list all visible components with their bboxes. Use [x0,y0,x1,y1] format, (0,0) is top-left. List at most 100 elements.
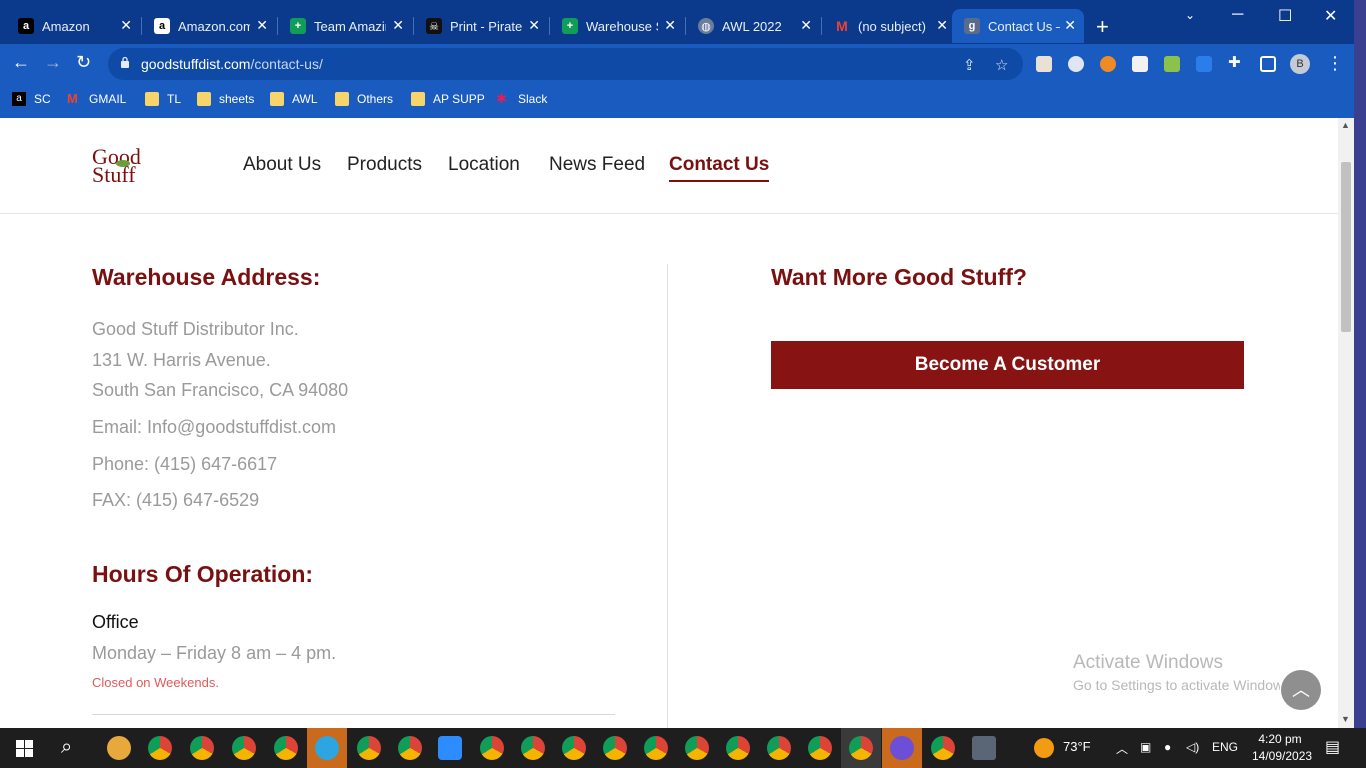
nav-about-us[interactable]: About Us [243,154,321,176]
chrome-icon[interactable] [148,736,172,760]
close-icon[interactable]: ✕ [256,17,268,34]
zoom-icon[interactable] [438,736,462,760]
chrome-icon[interactable] [480,736,504,760]
chrome-icon[interactable] [685,736,709,760]
extension-icon[interactable] [1164,56,1180,72]
address-line-3: South San Francisco, CA 94080 [92,380,349,400]
address-bar[interactable]: goodstuffdist.com/contact-us/ ⇪ ☆ [108,48,1023,80]
bookmark-sc[interactable]: a SC [12,92,51,106]
scrollbar-thumb[interactable] [1341,162,1351,332]
chrome-icon[interactable] [849,736,873,760]
bookmark-tl[interactable]: TL [145,92,181,106]
bookmark-gmail[interactable]: M GMAIL [67,92,126,107]
maximize-button[interactable]: ☐ [1278,6,1292,26]
chrome-icon[interactable] [644,736,668,760]
tab-contact-us[interactable]: g Contact Us – ✕ [952,9,1084,43]
bookmark-slack[interactable]: ✱ Slack [496,92,547,107]
forward-button[interactable]: → [44,52,62,73]
tray-chevron-icon[interactable]: ︿ [1116,740,1128,757]
address-line-1: Good Stuff Distributor Inc. [92,319,299,339]
close-icon[interactable]: ✕ [528,17,540,34]
warehouse-heading: Warehouse Address: [92,264,321,290]
closed-note: Closed on Weekends. [92,675,219,690]
nav-contact-us[interactable]: Contact Us [669,154,770,182]
side-panel-icon[interactable] [1260,56,1276,72]
chrome-icon[interactable] [808,736,832,760]
column-divider [667,264,668,728]
scroll-up-arrow-icon[interactable]: ▲ [1341,120,1350,130]
sheets-icon: + [290,18,306,34]
microphone-icon[interactable]: ● [1164,740,1171,754]
bookmark-star-icon[interactable]: ☆ [995,56,1008,74]
chrome-icon[interactable] [726,736,750,760]
chrome-icon[interactable] [357,736,381,760]
close-icon[interactable]: ✕ [664,17,676,34]
nav-news-feed[interactable]: News Feed [549,154,645,176]
volume-icon[interactable]: ◁) [1186,740,1199,754]
extension-icon[interactable] [1196,56,1212,72]
profile-avatar[interactable]: B [1290,54,1310,74]
nav-location[interactable]: Location [448,154,520,176]
site-logo[interactable]: Good Stuff [92,144,150,187]
language-indicator[interactable]: ENG [1212,740,1238,754]
menu-kebab-icon[interactable]: ⋮ [1326,53,1344,74]
weather-temp[interactable]: 73°F [1063,739,1091,754]
tab-amazon-com[interactable]: a Amazon.com ✕ [142,9,276,43]
tab-awl-2022[interactable]: ◍ AWL 2022 ✕ [686,9,820,43]
tab-search-icon[interactable]: ⌄ [1185,8,1195,22]
reload-button[interactable]: ↻ [76,52,91,73]
office-label: Office [92,612,139,632]
scroll-down-arrow-icon[interactable]: ▼ [1341,714,1350,724]
close-icon[interactable]: ✕ [1064,17,1076,34]
window-close-button[interactable]: ✕ [1324,6,1337,26]
close-icon[interactable]: ✕ [800,17,812,34]
tab-warehouse[interactable]: + Warehouse S ✕ [550,9,684,43]
camera-extension-icon[interactable] [1132,56,1148,72]
notifications-icon[interactable]: ▤ [1325,737,1340,757]
extension-icon[interactable] [1036,56,1052,72]
tab-gmail[interactable]: M (no subject) - ✕ [822,9,956,43]
share-icon[interactable]: ⇪ [963,56,976,74]
telegram-icon[interactable] [315,736,339,760]
windows-start-icon[interactable] [16,740,33,757]
chrome-icon[interactable] [767,736,791,760]
scroll-to-top-button[interactable]: ︿ [1281,670,1321,710]
become-customer-button[interactable]: Become A Customer [771,341,1244,389]
chrome-icon[interactable] [398,736,422,760]
extension-icon[interactable] [1100,56,1116,72]
minimize-button[interactable]: ─ [1232,6,1243,24]
nav-products[interactable]: Products [347,154,422,176]
search-icon[interactable]: ⌕ [61,736,72,759]
chrome-icon[interactable] [521,736,545,760]
close-icon[interactable]: ✕ [120,17,132,34]
page-scrollbar[interactable]: ▲ ▼ [1338,118,1354,728]
chrome-icon[interactable] [562,736,586,760]
discord-icon[interactable] [890,736,914,760]
tab-team-amazin[interactable]: + Team Amazin ✕ [278,9,412,43]
tab-amazon[interactable]: a Amazon ✕ [6,9,140,43]
chrome-icon[interactable] [274,736,298,760]
back-button[interactable]: ← [12,52,30,73]
tab-print-pirate[interactable]: ☠ Print - Pirate ✕ [414,9,548,43]
network-icon[interactable]: ▣ [1140,740,1151,754]
taskbar-app-icon[interactable] [107,736,131,760]
fax-text: FAX: (415) 647-6529 [92,490,260,510]
bookmark-others[interactable]: Others [335,92,393,106]
chrome-icon[interactable] [603,736,627,760]
extension-icon[interactable] [1068,56,1084,72]
bookmark-awl[interactable]: AWL [270,92,318,106]
email-link[interactable]: Email: Info@goodstuffdist.com [92,417,336,438]
puzzle-icon[interactable]: ✚ [1228,53,1244,71]
chrome-icon[interactable] [931,736,955,760]
close-icon[interactable]: ✕ [392,17,404,34]
tab-strip: a Amazon ✕ a Amazon.com ✕ + Team Amazin … [0,0,1366,50]
new-tab-button[interactable]: + [1096,14,1109,40]
calculator-icon[interactable] [972,736,996,760]
office-hours: Monday – Friday 8 am – 4 pm. [92,643,337,663]
chrome-icon[interactable] [190,736,214,760]
bookmark-sheets[interactable]: sheets [197,92,254,106]
bookmark-ap-supp[interactable]: AP SUPP [411,92,485,106]
close-icon[interactable]: ✕ [936,17,948,34]
chrome-icon[interactable] [232,736,256,760]
system-clock[interactable]: 4:20 pm 14/09/2023 [1252,731,1312,765]
